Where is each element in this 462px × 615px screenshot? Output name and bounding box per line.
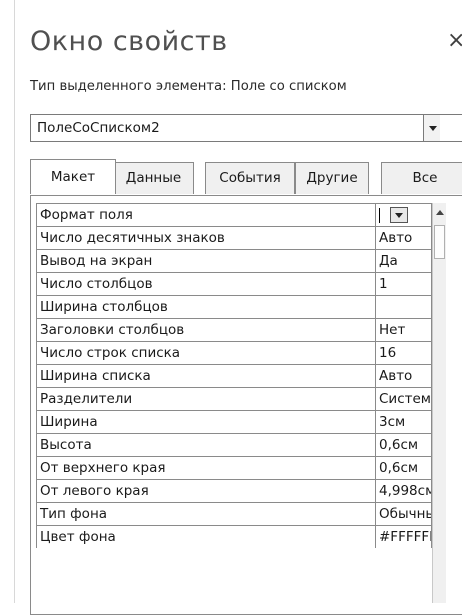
tab-data[interactable]: Данные <box>113 162 194 194</box>
property-value[interactable]: 16 <box>375 341 432 364</box>
property-row[interactable]: Вывод на экран Да <box>36 249 440 272</box>
property-value[interactable]: 0,6см <box>375 456 432 479</box>
property-value[interactable]: Авто <box>375 226 432 249</box>
property-label: Формат поля <box>36 203 375 226</box>
property-row[interactable]: Цвет фона #FFFFFF <box>36 525 440 548</box>
property-value[interactable]: Систем <box>375 387 432 410</box>
property-label: Цвет фона <box>36 525 375 548</box>
property-row[interactable]: Высота 0,6см <box>36 433 440 456</box>
property-label: Тип фона <box>36 502 375 525</box>
tab-layout[interactable]: Макет <box>30 159 116 194</box>
scrollbar-thumb[interactable] <box>434 225 445 259</box>
property-row[interactable]: Число столбцов 1 <box>36 272 440 295</box>
property-label: Число столбцов <box>36 272 375 295</box>
object-select-value: ПолеСоСписком2 <box>37 120 160 136</box>
property-label: Ширина списка <box>36 364 375 387</box>
page-title: Окно свойств <box>30 26 228 57</box>
property-row[interactable]: Тип фона Обычный <box>36 502 440 525</box>
selection-type-line: Тип выделенного элемента: Поле со списко… <box>30 79 347 94</box>
property-value[interactable]: 4,998см <box>375 479 432 502</box>
property-value[interactable]: Нет <box>375 318 432 341</box>
property-value[interactable]: 1 <box>375 272 432 295</box>
property-row[interactable]: Заголовки столбцов Нет <box>36 318 440 341</box>
property-label: Число строк списка <box>36 341 375 364</box>
close-icon[interactable]: × <box>447 30 462 52</box>
property-row[interactable]: Ширина 3см <box>36 410 440 433</box>
object-select-dropdown-button[interactable] <box>423 115 440 141</box>
property-row[interactable]: Ширина столбцов <box>36 295 440 318</box>
text-cursor <box>379 208 380 223</box>
tab-all[interactable]: Все <box>381 162 462 194</box>
property-row[interactable]: Формат поля <box>36 203 440 226</box>
chevron-down-icon <box>429 126 437 131</box>
field-format-dropdown-button[interactable] <box>390 207 408 223</box>
property-label: Ширина столбцов <box>36 295 375 318</box>
tab-other[interactable]: Другие <box>295 162 369 194</box>
property-row[interactable]: От левого края 4,998см <box>36 479 440 502</box>
property-row[interactable]: От верхнего края 0,6см <box>36 456 440 479</box>
property-row[interactable]: Число десятичных знаков Авто <box>36 226 440 249</box>
property-label: Высота <box>36 433 375 456</box>
property-value[interactable]: Да <box>375 249 432 272</box>
property-value[interactable]: Авто <box>375 364 432 387</box>
property-value[interactable] <box>375 295 432 318</box>
property-label: Заголовки столбцов <box>36 318 375 341</box>
tab-events[interactable]: События <box>205 162 295 194</box>
vertical-scrollbar[interactable] <box>432 203 446 603</box>
property-row[interactable]: Ширина списка Авто <box>36 364 440 387</box>
property-value-field-format[interactable] <box>375 203 432 226</box>
pane-left-border <box>14 0 15 603</box>
property-label: От верхнего края <box>36 456 375 479</box>
chevron-down-icon <box>395 213 403 218</box>
property-row[interactable]: Разделители Систем <box>36 387 440 410</box>
property-value[interactable]: 3см <box>375 410 432 433</box>
property-label: От левого края <box>36 479 375 502</box>
property-value[interactable]: 0,6см <box>375 433 432 456</box>
selection-type-label: Тип выделенного элемента: <box>30 79 227 94</box>
property-label: Число десятичных знаков <box>36 226 375 249</box>
property-value[interactable]: #FFFFFF <box>375 525 432 548</box>
selection-type-value: Поле со списком <box>230 79 347 94</box>
property-label: Разделители <box>36 387 375 410</box>
object-select[interactable]: ПолеСоСписком2 <box>30 114 462 142</box>
property-label: Ширина <box>36 410 375 433</box>
property-label: Вывод на экран <box>36 249 375 272</box>
scroll-up-arrow-icon[interactable] <box>436 210 444 215</box>
property-value[interactable]: Обычный <box>375 502 432 525</box>
property-row[interactable]: Число строк списка 16 <box>36 341 440 364</box>
